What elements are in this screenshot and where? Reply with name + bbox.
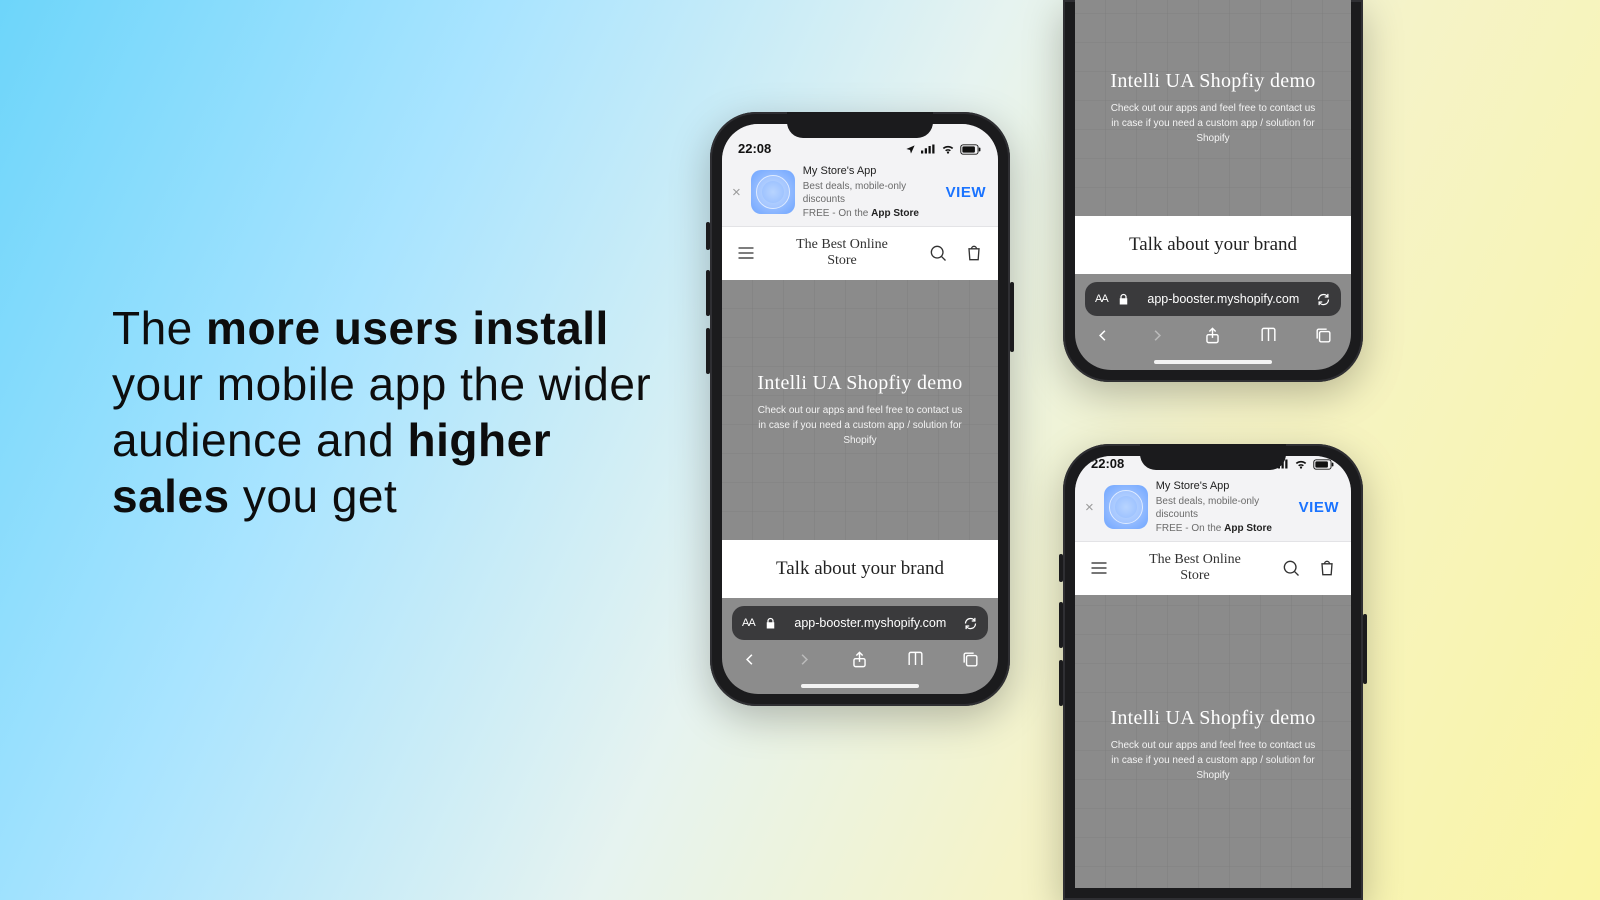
status-time: 22:08 (1091, 456, 1124, 471)
status-time: 22:08 (738, 141, 771, 156)
store-brand[interactable]: The Best Online Store (1109, 552, 1281, 584)
smartbanner-close-button[interactable]: × (730, 185, 743, 200)
nav-tabs-button[interactable] (961, 650, 980, 674)
hamburger-menu-icon[interactable] (1089, 558, 1109, 578)
hero-section: Intelli UA Shopfiy demo Check out our ap… (1075, 0, 1351, 216)
hero-title: Intelli UA Shopfiy demo (1110, 707, 1315, 730)
url-host: app-booster.myshopify.com (1139, 292, 1308, 306)
safari-bottom-nav (722, 642, 998, 682)
battery-icon (960, 144, 982, 155)
hero-section: Intelli UA Shopfiy demo Check out our ap… (722, 280, 998, 540)
hero-section: Intelli UA Shopfiy demo Check out our ap… (1075, 595, 1351, 888)
hero-title: Intelli UA Shopfiy demo (1110, 70, 1315, 93)
smartbanner-line2: Best deals, mobile-only discounts (1156, 495, 1287, 522)
smartbanner-title: My Store's App (803, 164, 934, 179)
location-arrow-icon (905, 144, 916, 155)
talk-band: Talk about your brand (1075, 216, 1351, 274)
phone-notch (1140, 444, 1286, 470)
smartbanner-view-button[interactable]: VIEW (1295, 499, 1343, 516)
store-header: The Best Online Store (1075, 542, 1351, 594)
text-size-button[interactable]: AA (742, 617, 755, 629)
nav-forward-button[interactable] (1148, 326, 1167, 350)
nav-share-button[interactable] (850, 650, 869, 674)
search-icon[interactable] (1281, 558, 1301, 578)
smartbanner-close-button[interactable]: × (1083, 500, 1096, 515)
cellular-icon (921, 144, 936, 154)
text-size-button[interactable]: AA (1095, 293, 1108, 305)
nav-tabs-button[interactable] (1314, 326, 1333, 350)
reload-icon[interactable] (1316, 292, 1331, 307)
smartbanner-title: My Store's App (1156, 479, 1287, 494)
status-indicators (905, 142, 982, 156)
phone-mockup-main: 22:08 × My Store's App Best deals, mobil… (710, 112, 1010, 706)
lock-icon (1116, 292, 1131, 307)
search-icon[interactable] (928, 243, 948, 263)
reload-icon[interactable] (963, 616, 978, 631)
hamburger-menu-icon[interactable] (736, 243, 756, 263)
smart-app-banner: × My Store's App Best deals, mobile-only… (722, 158, 998, 227)
store-header: The Best Online Store (722, 227, 998, 279)
marketing-headline: The more users install your mobile app t… (112, 300, 652, 524)
nav-bookmarks-button[interactable] (906, 650, 925, 674)
smartbanner-app-icon (1104, 485, 1148, 529)
cart-icon[interactable] (964, 243, 984, 263)
phone-notch (787, 112, 933, 138)
talk-band: Talk about your brand (722, 540, 998, 598)
phone-mockup-top-partial: Intelli UA Shopfiy demo Check out our ap… (1063, 0, 1363, 382)
cart-icon[interactable] (1317, 558, 1337, 578)
smartbanner-line2: Best deals, mobile-only discounts (803, 180, 934, 207)
phone-mockup-bottom-partial: 22:08 × My Store's App Best deals, mobil… (1063, 444, 1363, 900)
hero-description: Check out our apps and feel free to cont… (1108, 738, 1318, 783)
safari-url-bar[interactable]: AA app-booster.myshopify.com (1085, 282, 1341, 316)
nav-back-button[interactable] (1093, 326, 1112, 350)
smartbanner-app-icon (751, 170, 795, 214)
nav-bookmarks-button[interactable] (1259, 326, 1278, 350)
url-host: app-booster.myshopify.com (786, 616, 955, 630)
smartbanner-line3: FREE - On the App Store (803, 207, 934, 221)
battery-icon (1313, 459, 1335, 470)
hero-title: Intelli UA Shopfiy demo (757, 372, 962, 395)
nav-back-button[interactable] (740, 650, 759, 674)
hero-description: Check out our apps and feel free to cont… (755, 403, 965, 448)
home-indicator (1154, 360, 1272, 364)
smartbanner-view-button[interactable]: VIEW (942, 184, 990, 201)
lock-icon (763, 616, 778, 631)
nav-share-button[interactable] (1203, 326, 1222, 350)
store-brand[interactable]: The Best Online Store (756, 237, 928, 269)
hero-description: Check out our apps and feel free to cont… (1108, 101, 1318, 146)
home-indicator (801, 684, 919, 688)
wifi-icon (1294, 457, 1308, 471)
nav-forward-button[interactable] (795, 650, 814, 674)
safari-bottom-nav (1075, 318, 1351, 358)
smart-app-banner: × My Store's App Best deals, mobile-only… (1075, 473, 1351, 542)
wifi-icon (941, 142, 955, 156)
smartbanner-line3: FREE - On the App Store (1156, 522, 1287, 536)
safari-url-bar[interactable]: AA app-booster.myshopify.com (732, 606, 988, 640)
